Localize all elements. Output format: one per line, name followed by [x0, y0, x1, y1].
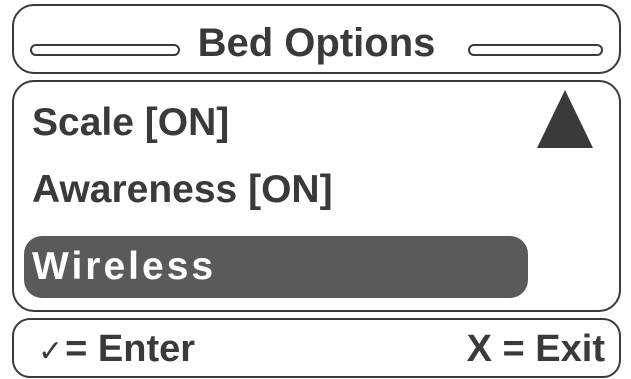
exit-hint[interactable]: X = Exit	[467, 324, 605, 374]
footer-panel: ✓= Enter X = Exit	[12, 318, 621, 378]
header-panel: Bed Options	[12, 4, 621, 74]
page-title-text: Bed Options	[185, 21, 448, 65]
page-title: Bed Options	[14, 18, 619, 68]
check-icon: ✓	[38, 335, 64, 368]
enter-hint[interactable]: ✓= Enter	[38, 324, 195, 377]
enter-label: = Enter	[65, 328, 196, 370]
triangle-up-icon[interactable]	[535, 88, 595, 150]
menu-panel: Scale [ON] Awareness [ON] Wireless	[12, 80, 621, 312]
menu-item-scale[interactable]: Scale [ON]	[24, 92, 229, 154]
menu-item-wireless-selected[interactable]: Wireless	[24, 236, 528, 298]
menu-item-awareness[interactable]: Awareness [ON]	[24, 159, 333, 221]
